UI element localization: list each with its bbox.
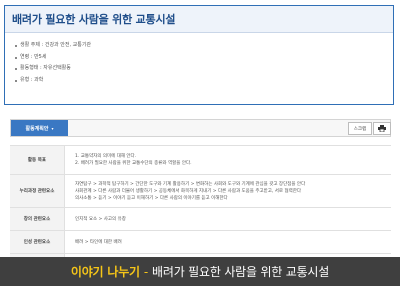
row-line: 인지적 요소 > 사고의 유창 (75, 216, 126, 222)
activity-plan-button[interactable]: 활동계획안 ▾ (11, 120, 68, 136)
meta-activity-type: 활동형태 : 자유선택활동 (15, 63, 393, 75)
toolbar: 활동계획안 ▾ 스크랩 (10, 119, 391, 137)
row-header: 활동 목표 (10, 145, 65, 175)
row-value: 배려 > 타인에 대한 배려 (64, 230, 391, 254)
row-value: 자연탐구 > 과학적 탐구하기 > 간단한 도구와 기계 활용하기 > 변화하는… (64, 174, 391, 208)
row-line: 사회관계 > 다른 사람과 더불어 생활하기 > 공동체에서 화목하게 지내기 … (75, 188, 302, 194)
row-header: 인성 관련요소 (10, 230, 65, 254)
print-button[interactable] (373, 122, 391, 135)
table-row: 인성 관련요소 배려 > 타인에 대한 배려 (10, 230, 391, 254)
header-title-bar: 배려가 필요한 사람을 위한 교통시설 (5, 6, 393, 33)
row-value: 인지적 요소 > 사고의 유창 (64, 207, 391, 231)
table-row: 창의 관련요소 인지적 요소 > 사고의 유창 (10, 207, 391, 231)
row-line: 의사소통 > 듣기 > 이야기 듣고 이해하기 > 다른 사람의 이야기를 듣고… (75, 195, 228, 201)
activity-plan-label: 활동계획안 (25, 125, 49, 132)
page-title: 배려가 필요한 사람을 위한 교통시설 (12, 13, 176, 26)
row-value: 1. 교통약자의 의미에 대해 안다. 2. 배려가 필요한 사람을 위한 교통… (64, 145, 391, 175)
chevron-down-icon: ▾ (51, 125, 54, 131)
row-line: 자연탐구 > 과학적 탐구하기 > 간단한 도구와 기계 활용하기 > 변화하는… (75, 181, 306, 187)
meta-category: 유형 : 과학 (15, 75, 393, 87)
meta-age: 연령 : 만5세 (15, 52, 393, 64)
row-line: 2. 배려가 필요한 사람을 위한 교통수단의 종류와 역할을 안다. (75, 161, 192, 166)
caption-accent: 이야기 나누기 (70, 265, 140, 279)
row-header: 누리과정 관련요소 (10, 174, 65, 208)
scrap-label: 스크랩 (353, 126, 367, 132)
row-line: 배려 > 타인에 대한 배려 (75, 239, 122, 245)
page: 배려가 필요한 사람을 위한 교통시설 생활 주제 : 건강과 안전, 교통기관… (0, 0, 400, 286)
activity-meta-list: 생활 주제 : 건강과 안전, 교통기관 연령 : 만5세 활동형태 : 자유선… (5, 33, 393, 86)
meta-topic: 생활 주제 : 건강과 안전, 교통기관 (15, 40, 393, 52)
row-header: 창의 관련요소 (10, 207, 65, 231)
table-row: 활동 목표 1. 교통약자의 의미에 대해 안다. 2. 배려가 필요한 사람을… (10, 145, 391, 175)
print-icon (378, 125, 386, 132)
activity-header-card: 배려가 필요한 사람을 위한 교통시설 생활 주제 : 건강과 안전, 교통기관… (4, 5, 394, 105)
table-row: 누리과정 관련요소 자연탐구 > 과학적 탐구하기 > 간단한 도구와 기계 활… (10, 174, 391, 208)
caption-title: 배려가 필요한 사람을 위한 교통시설 (152, 265, 330, 279)
caption-separator: - (143, 264, 149, 279)
row-line: 1. 교통약자의 의미에 대해 안다. (75, 154, 137, 159)
caption-banner: 이야기 나누기 - 배려가 필요한 사람을 위한 교통시설 (0, 257, 400, 286)
activity-info-table: 활동 목표 1. 교통약자의 의미에 대해 안다. 2. 배려가 필요한 사람을… (10, 145, 391, 269)
scrap-button[interactable]: 스크랩 (348, 122, 372, 135)
